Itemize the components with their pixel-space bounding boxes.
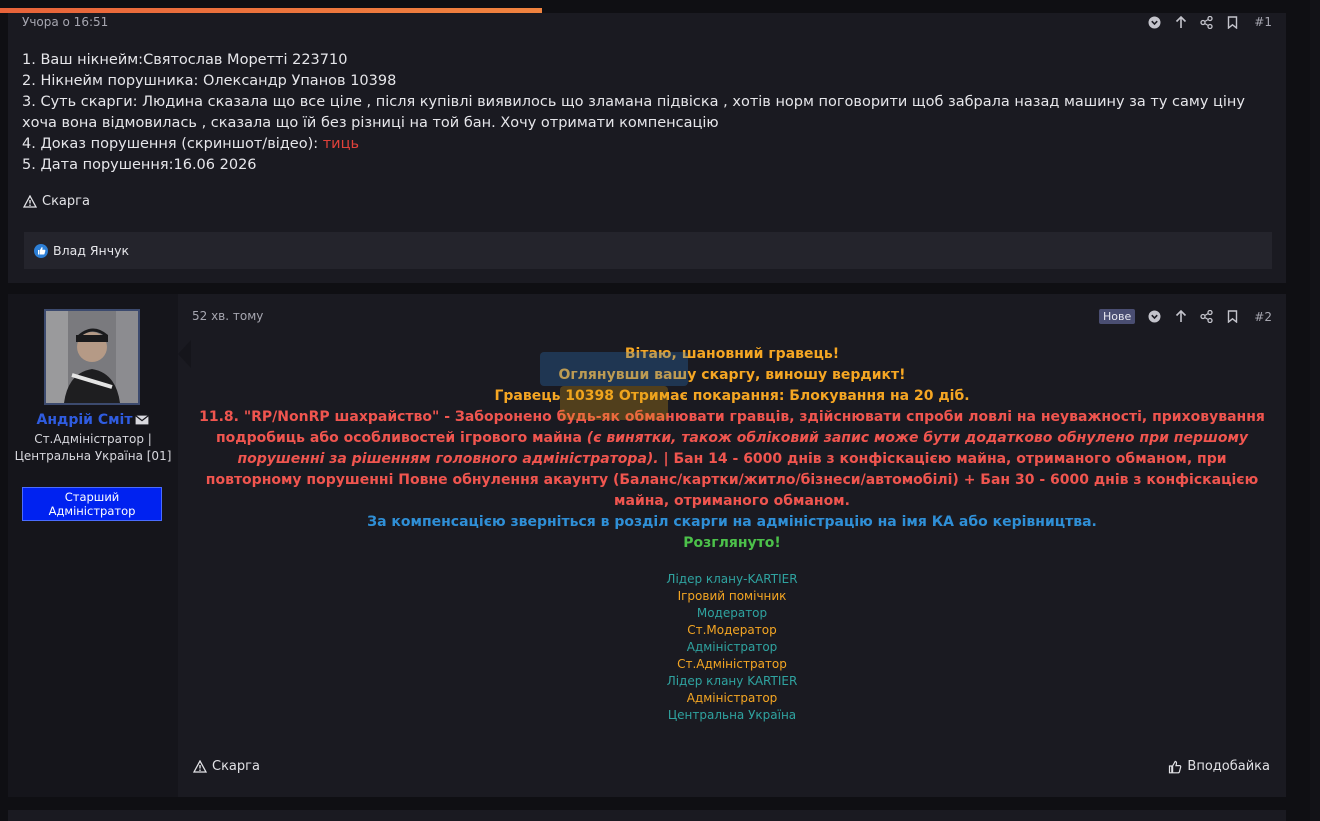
bookmark-icon[interactable] [1226, 310, 1239, 324]
post-2-time[interactable]: 52 хв. тому [192, 309, 263, 323]
warning-icon [193, 760, 207, 773]
post-2-number[interactable]: #2 [1254, 310, 1272, 324]
author-name[interactable]: Андрій Сміт [8, 412, 178, 428]
signature-line: Лідер клану-KARTIER [666, 572, 798, 586]
verdict-intro: Оглянувши вашу скаргу, виношу вердикт! [558, 367, 906, 383]
like-label: Вподобайка [1187, 759, 1270, 774]
scrollbar[interactable] [1310, 0, 1320, 821]
post-2: Андрій Сміт Ст.Адміністратор | Центральн… [8, 294, 1286, 797]
signature-line: Ст.Модератор [687, 623, 777, 637]
punishment: Гравець 10398 Отримає покарання: Блокува… [494, 388, 970, 404]
post-1-time[interactable]: Учора о 16:51 [22, 15, 108, 29]
author-name-text[interactable]: Андрій Сміт [37, 412, 133, 428]
signature-line: Модератор [696, 606, 768, 620]
share-icon[interactable] [1200, 15, 1213, 29]
post-1-body: 1. Ваш нікнейм:Святослав Моретті 223710 … [22, 50, 1262, 176]
signature: Лідер клану-KARTIER Ігровий помічник Мод… [192, 571, 1272, 724]
post-1-actions: #1 [1148, 15, 1272, 29]
post-1-line-2: 2. Нікнейм порушника: Олександр Упанов 1… [22, 73, 397, 89]
signature-line: Центральна Україна [667, 708, 797, 722]
signature-line: Адміністратор [686, 691, 778, 705]
like-button[interactable]: Вподобайка [1168, 759, 1270, 774]
likes-bar: Влад Янчук [24, 232, 1272, 269]
arrow-up-icon[interactable] [1174, 15, 1187, 29]
signature-line: Ст.Адміністратор [677, 657, 787, 671]
report-button[interactable]: Скарга [193, 759, 260, 774]
post-1: Учора о 16:51 #1 1. Ваш нікнейм:Святосла… [8, 13, 1286, 283]
like-icon [34, 243, 48, 258]
signature-line: Адміністратор [686, 640, 778, 654]
proof-label: 4. Доказ порушення (скриншот/відео): [22, 136, 323, 152]
post-1-line-4: 4. Доказ порушення (скриншот/відео): тиц… [22, 134, 1262, 155]
avatar[interactable] [44, 309, 140, 405]
author-title: Ст.Адміністратор | Центральна Україна [0… [14, 432, 172, 463]
status-text: Розглянуто! [683, 535, 781, 551]
chevron-down-icon[interactable] [1148, 310, 1161, 324]
post-2-body: Вітаю, шановний гравець! Оглянувши вашу … [192, 344, 1272, 554]
like-icon [1169, 760, 1182, 773]
signature-line: Лідер клану KARTIER [666, 674, 798, 688]
post-2-actions: Нове #2 [1099, 309, 1272, 324]
report-label: Скарга [42, 194, 90, 209]
compensation-note: За компенсацією зверніться в розділ скар… [367, 514, 1097, 530]
mail-icon[interactable] [135, 415, 150, 425]
new-badge: Нове [1099, 309, 1136, 324]
bookmark-icon[interactable] [1226, 15, 1239, 29]
post-1-number[interactable]: #1 [1254, 15, 1272, 29]
post-1-line-3: 3. Суть скарги: Людина сказала що все ці… [22, 94, 1245, 131]
share-icon[interactable] [1200, 310, 1213, 324]
post-1-line-1: 1. Ваш нікнейм:Святослав Моретті 223710 [22, 52, 348, 68]
author-arrow [178, 340, 191, 368]
chevron-down-icon[interactable] [1148, 15, 1161, 29]
warning-icon [23, 195, 37, 208]
proof-link[interactable]: тиць [323, 136, 359, 152]
author-badge: Старший Адміністратор [22, 487, 162, 521]
author-column: Андрій Сміт Ст.Адміністратор | Центральн… [8, 294, 178, 797]
liked-by-user[interactable]: Влад Янчук [53, 243, 129, 258]
report-label: Скарга [212, 759, 260, 774]
arrow-up-icon[interactable] [1174, 310, 1187, 324]
post-1-line-5: 5. Дата порушення:16.06 2026 [22, 157, 257, 173]
signature-line: Ігровий помічник [677, 589, 787, 603]
rule-text: 11.8. "RP/NonRP шахрайство" - Заборонено… [192, 407, 1272, 512]
greeting: Вітаю, шановний гравець! [624, 346, 840, 362]
next-post-edge [8, 810, 1286, 821]
report-button[interactable]: Скарга [23, 194, 90, 209]
